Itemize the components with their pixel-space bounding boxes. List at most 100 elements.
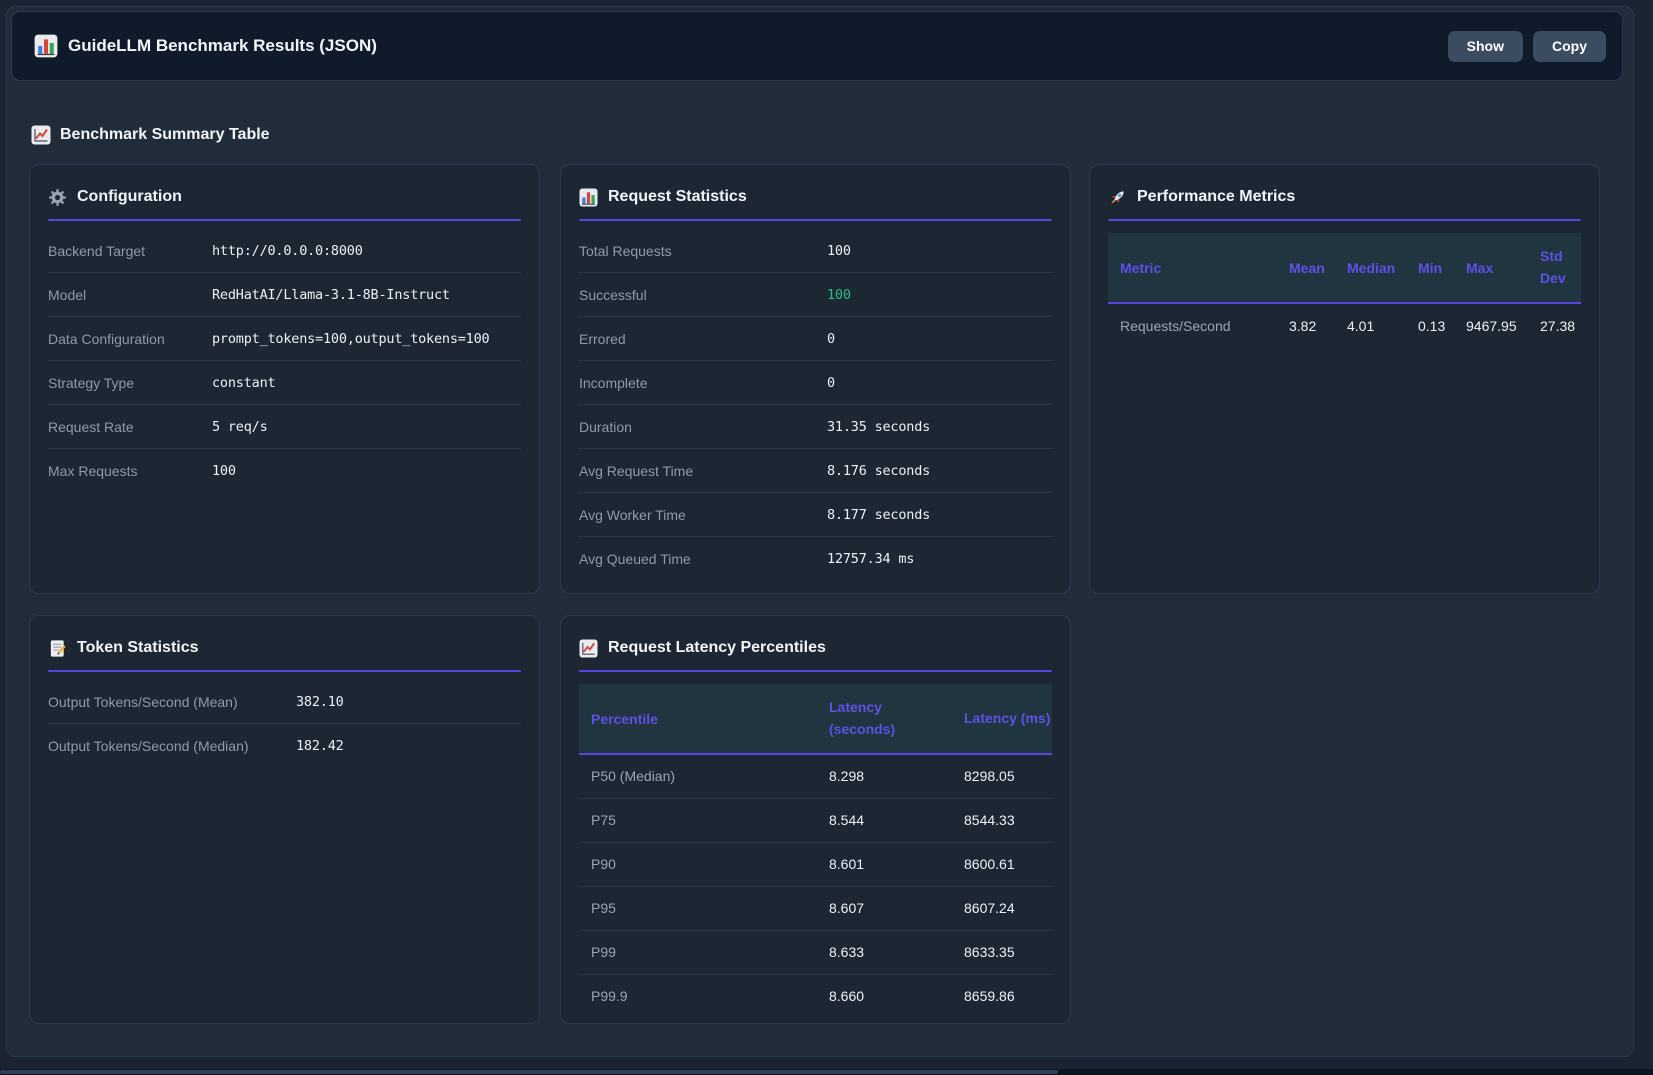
cell-metric: Requests/Second <box>1108 303 1289 347</box>
card-title-label: Token Statistics <box>77 639 199 657</box>
table-row-p50: P50 (Median) 8.298 8298.05 <box>579 754 1052 798</box>
table-row-p90: P90 8.601 8600.61 <box>579 842 1052 886</box>
bar-chart-icon <box>579 188 598 207</box>
token-statistics-list: Output Tokens/Second (Mean) 382.10 Outpu… <box>48 680 521 768</box>
row-value: http://0.0.0.0:8000 <box>212 243 363 259</box>
card-title-underline <box>579 219 1052 221</box>
configuration-card-title: Configuration <box>48 183 521 211</box>
horizontal-scrollbar-track[interactable] <box>0 1069 1653 1075</box>
stat-row-avg-request-time: Avg Request Time 8.176 seconds <box>579 449 1052 493</box>
cell-latency-ms: 8633.35 <box>964 930 1052 974</box>
cell-latency-ms: 8298.05 <box>964 754 1052 798</box>
chart-up-icon <box>31 125 51 145</box>
table-row-p75: P75 8.544 8544.33 <box>579 798 1052 842</box>
cell-latency-seconds: 8.601 <box>829 842 964 886</box>
show-button[interactable]: Show <box>1448 31 1523 62</box>
row-label: Output Tokens/Second (Mean) <box>48 694 296 710</box>
row-value: 100 <box>827 243 851 259</box>
stat-row-successful: Successful 100 <box>579 273 1052 317</box>
token-statistics-card-title: Token Statistics <box>48 634 521 662</box>
cell-percentile: P99.9 <box>579 974 829 1018</box>
latency-percentiles-card: Request Latency Percentiles Percentile L… <box>560 615 1071 1024</box>
cell-latency-ms: 8659.86 <box>964 974 1052 1018</box>
token-row-median: Output Tokens/Second (Median) 182.42 <box>48 724 521 768</box>
row-label: Backend Target <box>48 243 212 259</box>
table-row-p99: P99 8.633 8633.35 <box>579 930 1052 974</box>
performance-metrics-card: Performance Metrics Metric Mean Median M… <box>1089 164 1600 594</box>
cell-latency-seconds: 8.544 <box>829 798 964 842</box>
col-std-dev: Std Dev <box>1540 233 1581 303</box>
row-label: Strategy Type <box>48 375 212 391</box>
row-label: Duration <box>579 419 827 435</box>
request-statistics-card-title: Request Statistics <box>579 183 1052 211</box>
cell-percentile: P99 <box>579 930 829 974</box>
table-row-p95: P95 8.607 8607.24 <box>579 886 1052 930</box>
card-title-underline <box>579 670 1052 672</box>
card-title-label: Request Statistics <box>608 188 747 206</box>
request-statistics-list: Total Requests 100 Successful 100 Errore… <box>579 229 1052 581</box>
card-title-underline <box>1108 219 1581 221</box>
latency-percentiles-table: Percentile Latency (seconds) Latency (ms… <box>579 684 1052 1018</box>
cell-percentile: P75 <box>579 798 829 842</box>
row-value: 8.176 seconds <box>827 463 930 479</box>
section-title-label: Benchmark Summary Table <box>60 126 270 144</box>
row-label: Successful <box>579 287 827 303</box>
config-row-strategy-type: Strategy Type constant <box>48 361 521 405</box>
row-value: 182.42 <box>296 738 344 754</box>
performance-metrics-table: Metric Mean Median Min Max Std Dev Reque… <box>1108 233 1581 347</box>
stat-row-avg-worker-time: Avg Worker Time 8.177 seconds <box>579 493 1052 537</box>
configuration-list: Backend Target http://0.0.0.0:8000 Model… <box>48 229 521 493</box>
cell-min: 0.13 <box>1418 303 1466 347</box>
cell-latency-seconds: 8.298 <box>829 754 964 798</box>
row-value: RedHatAI/Llama-3.1-8B-Instruct <box>212 287 450 303</box>
config-row-request-rate: Request Rate 5 req/s <box>48 405 521 449</box>
col-max: Max <box>1466 233 1540 303</box>
cell-latency-seconds: 8.633 <box>829 930 964 974</box>
stat-row-incomplete: Incomplete 0 <box>579 361 1052 405</box>
cell-std-dev: 27.38 <box>1540 303 1581 347</box>
row-value: 100 <box>212 463 236 479</box>
card-title-underline <box>48 219 521 221</box>
row-value: 8.177 seconds <box>827 507 930 523</box>
token-statistics-card: Token Statistics Output Tokens/Second (M… <box>29 615 540 1024</box>
card-title-label: Request Latency Percentiles <box>608 639 826 657</box>
copy-button[interactable]: Copy <box>1533 31 1606 62</box>
row-value: constant <box>212 375 275 391</box>
row-value: 5 req/s <box>212 419 268 435</box>
row-label: Avg Request Time <box>579 463 827 479</box>
cell-mean: 3.82 <box>1289 303 1347 347</box>
row-label: Data Configuration <box>48 331 212 347</box>
gear-icon <box>48 188 67 207</box>
chart-up-icon <box>579 639 598 658</box>
cell-latency-ms: 8607.24 <box>964 886 1052 930</box>
cell-percentile: P95 <box>579 886 829 930</box>
row-value: 12757.34 ms <box>827 551 914 567</box>
config-row-model: Model RedHatAI/Llama-3.1-8B-Instruct <box>48 273 521 317</box>
cell-max: 9467.95 <box>1466 303 1540 347</box>
cell-latency-seconds: 8.607 <box>829 886 964 930</box>
col-percentile: Percentile <box>579 684 829 754</box>
memo-icon <box>48 639 67 658</box>
row-label: Avg Worker Time <box>579 507 827 523</box>
performance-metrics-card-title: Performance Metrics <box>1108 183 1581 211</box>
header-bar: GuideLLM Benchmark Results (JSON) Show C… <box>11 11 1623 81</box>
stat-row-errored: Errored 0 <box>579 317 1052 361</box>
row-value: 0 <box>827 375 835 391</box>
page-title: GuideLLM Benchmark Results (JSON) <box>68 36 377 56</box>
cell-latency-ms: 8600.61 <box>964 842 1052 886</box>
cell-median: 4.01 <box>1347 303 1418 347</box>
col-min: Min <box>1418 233 1466 303</box>
row-label: Output Tokens/Second (Median) <box>48 738 296 754</box>
horizontal-scrollbar-thumb[interactable] <box>0 1070 1058 1074</box>
row-label: Max Requests <box>48 463 212 479</box>
cell-latency-seconds: 8.660 <box>829 974 964 1018</box>
cell-latency-ms: 8544.33 <box>964 798 1052 842</box>
row-label: Incomplete <box>579 375 827 391</box>
table-header-row: Percentile Latency (seconds) Latency (ms… <box>579 684 1052 754</box>
row-label: Request Rate <box>48 419 212 435</box>
row-value: prompt_tokens=100,output_tokens=100 <box>212 331 489 347</box>
table-row-requests-per-second: Requests/Second 3.82 4.01 0.13 9467.95 2… <box>1108 303 1581 347</box>
config-row-data-configuration: Data Configuration prompt_tokens=100,out… <box>48 317 521 361</box>
cell-percentile: P50 (Median) <box>579 754 829 798</box>
rocket-icon <box>1108 188 1127 207</box>
